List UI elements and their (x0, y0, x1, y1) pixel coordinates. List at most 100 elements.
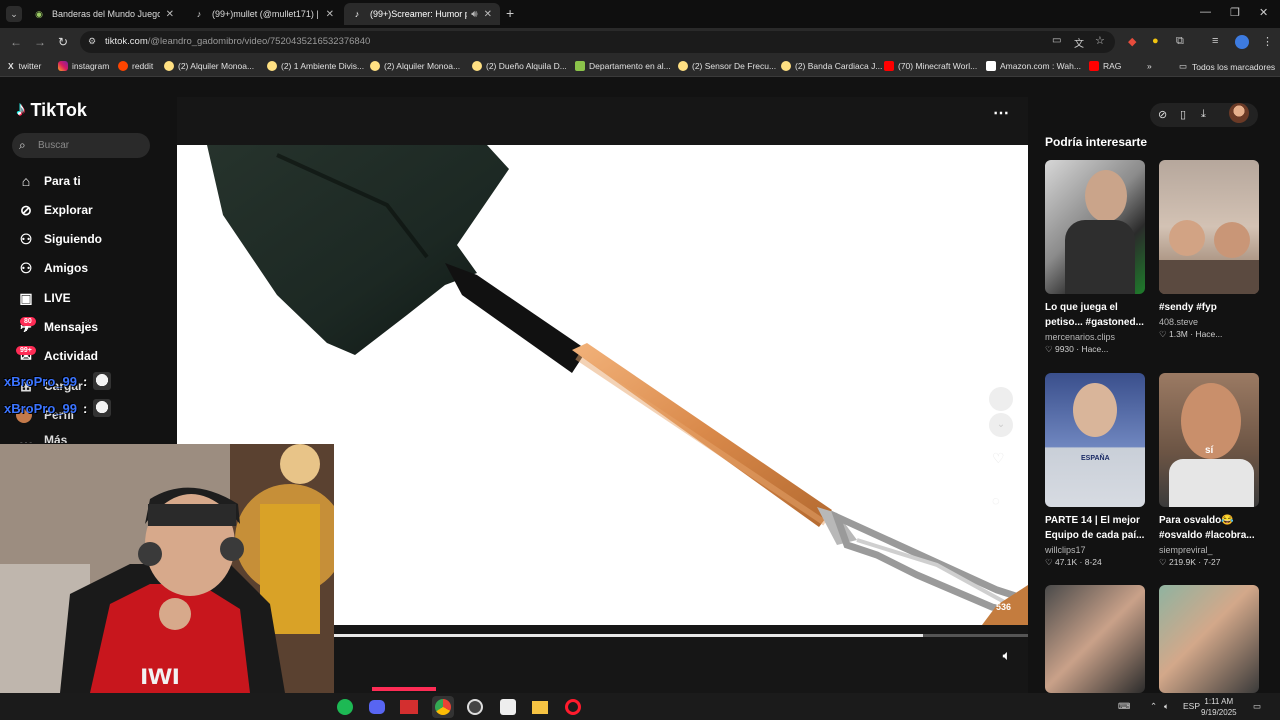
suggested-video-card[interactable] (1045, 585, 1145, 693)
notifications-icon[interactable]: ▭ (1253, 701, 1261, 712)
following-icon: ⚇ (19, 230, 33, 247)
suggested-video-card[interactable]: sí Para osvaldo😂 #osvaldo #lacobra... si… (1159, 373, 1259, 568)
menu-kebab-icon[interactable]: ⋮ (1262, 35, 1273, 48)
nav-explorar[interactable]: ⊘ Explorar (16, 199, 93, 221)
extensions-puzzle-icon[interactable]: ⧉ (1176, 35, 1184, 48)
bookmark-alquiler-1[interactable]: (2) Alquiler Monoa... (164, 61, 254, 71)
friends-icon: ⚇ (19, 259, 33, 276)
extension-color-icon[interactable]: ● (1152, 35, 1159, 47)
all-bookmarks-folder[interactable]: ▭ Todos los marcadores (1179, 61, 1275, 72)
system-clock[interactable]: 1:11 AM 9/19/2025 (1201, 696, 1237, 718)
instagram-icon (58, 61, 68, 71)
live-icon: ▣ (19, 289, 33, 306)
svg-text:ıwı: ıwı (140, 658, 180, 691)
site-info-icon[interactable]: ⚙ (88, 36, 96, 47)
bookmark-alquiler-2[interactable]: (2) Alquiler Monoa... (370, 61, 460, 71)
language-indicator[interactable]: ESP (1183, 701, 1200, 711)
close-tab-icon[interactable]: ✕ (484, 9, 492, 20)
nav-para-ti[interactable]: ⌂ Para ti (16, 170, 81, 192)
tab-screamer[interactable]: ♪ (99+)Screamer: Humor par 🔊︎ ✕ (344, 3, 500, 25)
marketplace-icon (781, 61, 791, 71)
chat-message: xBroPro_99: (4, 372, 112, 390)
scroll-down-button[interactable]: ⌄ (989, 413, 1013, 437)
close-tab-icon[interactable]: ✕ (166, 9, 174, 20)
bookmark-star-icon[interactable]: ☆ (1095, 34, 1105, 47)
keyboard-icon[interactable]: ⌨ (1118, 701, 1130, 712)
close-window-icon[interactable]: ✕ (1259, 6, 1268, 19)
forward-icon[interactable]: → (34, 35, 46, 49)
bookmark-twitter[interactable]: Xtwitter (8, 61, 41, 71)
x-logo-icon: X (8, 61, 14, 71)
spotify-icon[interactable] (334, 696, 356, 718)
video-thumbnail (1159, 160, 1259, 294)
volume-icon[interactable]: 🔈︎ (1003, 647, 1011, 664)
marketplace-icon (678, 61, 688, 71)
amazon-icon (986, 61, 996, 71)
suggested-video-card[interactable]: #sendy #fyp 408.steve ♡ 1.3M · Hace... (1159, 160, 1259, 340)
bookmark-amazon[interactable]: Amazon.com : Wah... (986, 61, 1081, 71)
address-bar[interactable]: ⚙ tiktok.com/@leandro_gadomibro/video/75… (80, 31, 1115, 53)
activity-badge: 99+ (16, 346, 36, 355)
obs-icon[interactable] (464, 696, 486, 718)
video-progress-bar[interactable] (333, 634, 1028, 637)
youtube-icon (884, 61, 894, 71)
nav-amigos[interactable]: ⚇ Amigos (16, 257, 88, 279)
more-options-icon[interactable]: ⋯ (993, 103, 1010, 123)
close-tab-icon[interactable]: ✕ (326, 9, 334, 20)
suggested-video-card[interactable] (1159, 585, 1259, 693)
chrome-icon[interactable] (432, 696, 454, 718)
suggested-video-card[interactable]: ESPAÑA PARTE 14 | El mejor Equipo de cad… (1045, 373, 1145, 568)
user-avatar[interactable] (1229, 103, 1249, 123)
url-host: tiktok.com (105, 36, 148, 47)
marketplace-icon (267, 61, 277, 71)
bookmark-reddit[interactable]: reddit (118, 61, 153, 71)
restore-icon[interactable]: ❐ (1230, 6, 1240, 19)
back-icon[interactable]: ← (10, 35, 22, 49)
bookmark-departamento[interactable]: Departamento en al... (575, 61, 671, 71)
file-explorer-icon[interactable] (529, 696, 551, 718)
search-input[interactable]: ⌕ Buscar (12, 133, 150, 158)
tab-banderas[interactable]: ◉ Banderas del Mundo Juego - Ju ✕ (26, 3, 182, 25)
minimize-icon[interactable]: — (1200, 6, 1211, 18)
comment-icon[interactable]: ◌ (992, 493, 1000, 508)
streamer-webcam: ıwı (0, 444, 334, 693)
bookmark-dueno[interactable]: (2) Dueño Alquila D... (472, 61, 567, 71)
mobile-app-icon[interactable]: ▯ (1180, 108, 1186, 121)
tab-search-button[interactable]: ⌄ (6, 6, 22, 22)
bookmark-sensor[interactable]: (2) Sensor De Frecu... (678, 61, 776, 71)
nav-siguiendo[interactable]: ⚇ Siguiendo (16, 228, 102, 250)
chat-emote (93, 399, 112, 417)
nav-mas[interactable]: ⋯ Más (16, 433, 67, 443)
like-icon[interactable]: ♡ (992, 450, 1010, 466)
tiktok-logo[interactable]: ♪ TikTok (16, 99, 87, 121)
suggested-video-card[interactable]: Lo que juega el petiso... #gastoned... m… (1045, 160, 1145, 355)
tray-overflow-icon[interactable]: ⌃ (1150, 701, 1157, 712)
chat-emote (93, 372, 112, 390)
bookmark-minecraft[interactable]: (70) Minecraft Worl... (884, 61, 977, 71)
translate-icon[interactable]: 文 (1074, 35, 1084, 50)
streaming-app-icon[interactable] (398, 696, 420, 718)
bookmark-instagram[interactable]: instagram (58, 61, 109, 71)
scroll-up-button[interactable] (989, 387, 1013, 411)
url-path: /@leandro_gadomibro/video/75204352165323… (147, 36, 371, 47)
video-thumbnail (1159, 585, 1259, 693)
bookmark-banda[interactable]: (2) Banda Cardiaca J... (781, 61, 882, 71)
profile-avatar-icon[interactable] (1235, 35, 1249, 49)
bookmark-rag[interactable]: RAG (1089, 61, 1121, 71)
bookmark-ambiente[interactable]: (2) 1 Ambiente Divis... (267, 61, 364, 71)
coin-icon[interactable]: ⊘ (1158, 108, 1167, 121)
extension-red-icon[interactable]: ◆ (1128, 35, 1136, 48)
bookmarks-overflow-icon[interactable]: » (1147, 61, 1152, 71)
opera-icon[interactable] (562, 696, 584, 718)
nav-live[interactable]: ▣ LIVE (16, 287, 70, 309)
download-icon[interactable]: ⤓ (1201, 108, 1206, 121)
reload-icon[interactable]: ↻ (58, 35, 68, 49)
new-tab-button[interactable]: + (506, 5, 514, 21)
cast-icon[interactable]: ▭ (1052, 35, 1061, 46)
discord-icon[interactable] (366, 696, 388, 718)
media-controls-icon[interactable]: ≡ (1212, 35, 1218, 47)
capcut-icon[interactable] (497, 696, 519, 718)
volume-tray-icon[interactable]: 🔈︎ (1164, 701, 1169, 712)
speaker-icon[interactable]: 🔊︎ (471, 9, 477, 20)
tab-mullet[interactable]: ♪ (99+)mullet (@mullet171) | Tik ✕ (186, 3, 342, 25)
